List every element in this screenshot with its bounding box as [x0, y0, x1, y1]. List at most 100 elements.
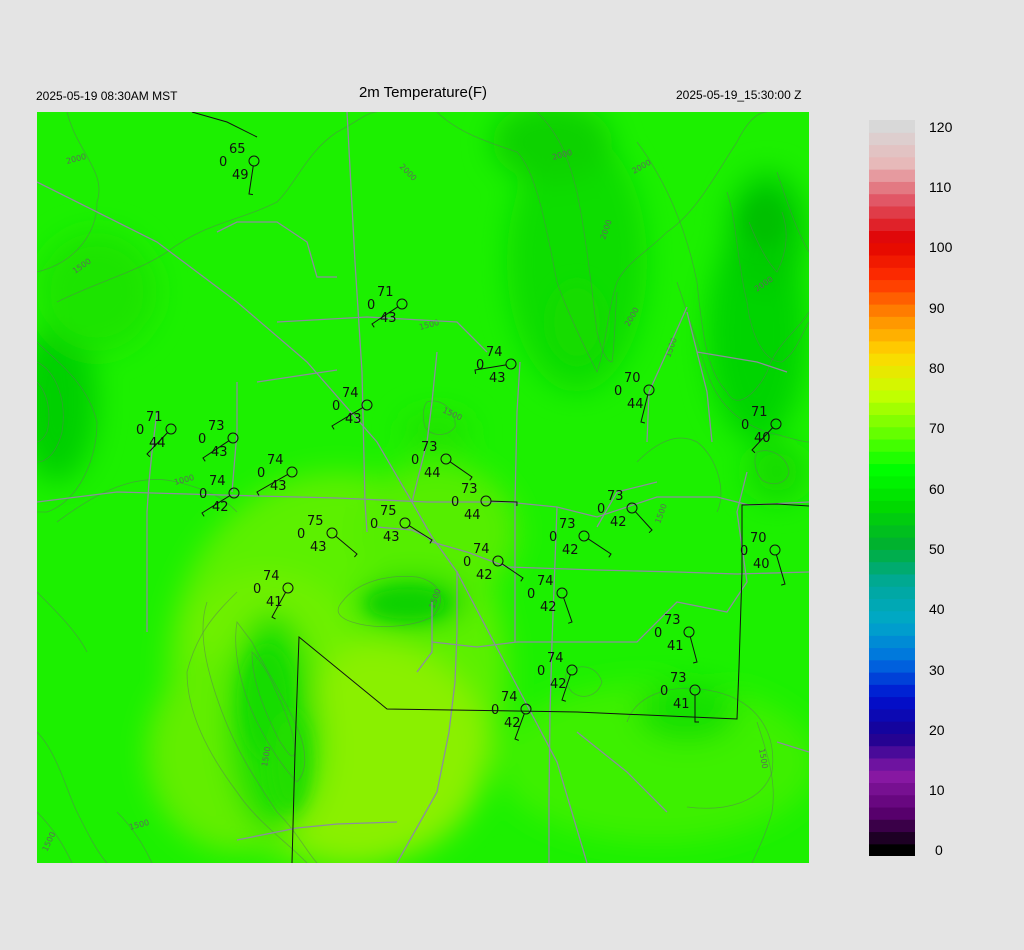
colorbar-band	[869, 169, 915, 182]
colorbar-label: 100	[929, 239, 953, 255]
colorbar-band	[869, 377, 915, 391]
colorbar	[869, 120, 915, 856]
colorbar-band	[869, 598, 915, 612]
station-dewpoint: 43	[345, 412, 362, 427]
colorbar-band	[869, 230, 915, 244]
colorbar-band	[869, 475, 915, 489]
colorbar-band	[869, 696, 915, 710]
station-wind-speed: 0	[367, 298, 375, 313]
station-temperature: 71	[146, 410, 163, 425]
colorbar-band	[869, 181, 915, 195]
station-dewpoint: 43	[383, 530, 400, 545]
station-temperature: 73	[607, 489, 624, 504]
station-temperature: 74	[267, 453, 284, 468]
colorbar-band	[869, 304, 915, 317]
colorbar-band	[869, 537, 915, 550]
station-temperature: 70	[750, 531, 767, 546]
colorbar-band	[869, 451, 915, 465]
station-wind-speed: 0	[597, 502, 605, 517]
station-wind-speed: 0	[654, 626, 662, 641]
colorbar-label: 70	[929, 420, 945, 436]
station-dewpoint: 44	[149, 436, 166, 451]
colorbar-label: 20	[929, 722, 945, 738]
colorbar-band	[869, 573, 915, 587]
station-wind-speed: 0	[332, 399, 340, 414]
colorbar-label: 60	[929, 481, 945, 497]
temperature-map[interactable]: 2000 2000 2000 2000 2000 2000 2000 1500 …	[37, 112, 809, 863]
colorbar-band	[869, 218, 915, 231]
colorbar-band	[869, 745, 915, 759]
station-dewpoint: 44	[464, 508, 481, 523]
colorbar-band	[869, 353, 915, 366]
colorbar-label: 30	[929, 662, 945, 678]
colorbar-band	[869, 659, 915, 673]
station-temperature: 73	[559, 517, 576, 532]
station-temperature: 75	[380, 504, 397, 519]
station-wind-speed: 0	[476, 358, 484, 373]
station-temperature: 73	[664, 613, 681, 628]
colorbar-band	[869, 426, 915, 440]
station-temperature: 74	[209, 474, 226, 489]
colorbar-band	[869, 328, 915, 342]
station-dewpoint: 43	[211, 445, 228, 460]
colorbar-band	[869, 120, 915, 133]
colorbar-band	[869, 647, 915, 661]
colorbar-band	[869, 549, 915, 563]
station-wind-speed: 0	[451, 495, 459, 510]
station-temperature: 74	[537, 574, 554, 589]
colorbar-band	[869, 512, 915, 526]
colorbar-band	[869, 463, 915, 477]
station-dewpoint: 44	[424, 466, 441, 481]
station-dewpoint: 42	[476, 568, 493, 583]
colorbar-band	[869, 831, 915, 845]
colorbar-label: 80	[929, 360, 945, 376]
station-dewpoint: 42	[562, 543, 579, 558]
station-dewpoint: 42	[540, 600, 557, 615]
colorbar-band	[869, 782, 915, 796]
colorbar-band	[869, 757, 915, 771]
colorbar-band	[869, 365, 915, 379]
station-wind-speed: 0	[491, 703, 499, 718]
station-dewpoint: 43	[380, 311, 397, 326]
colorbar-band	[869, 843, 915, 856]
colorbar-label: 40	[929, 601, 945, 617]
colorbar-band	[869, 622, 915, 636]
colorbar-band	[869, 340, 915, 354]
station-temperature: 74	[342, 386, 359, 401]
colorbar-band	[869, 610, 915, 624]
colorbar-band	[869, 721, 915, 734]
station-temperature: 71	[377, 285, 394, 300]
station-dewpoint: 43	[310, 540, 327, 555]
station-temperature: 74	[547, 651, 564, 666]
colorbar-band	[869, 635, 915, 649]
station-wind-speed: 0	[257, 466, 265, 481]
station-dewpoint: 42	[610, 515, 627, 530]
station-wind-speed: 0	[660, 684, 668, 699]
station-temperature: 71	[751, 405, 768, 420]
station-wind-speed: 0	[537, 664, 545, 679]
station-dewpoint: 40	[754, 431, 771, 446]
station-dewpoint: 41	[266, 595, 283, 610]
station-dewpoint: 42	[504, 716, 521, 731]
station-wind-speed: 0	[297, 527, 305, 542]
colorbar-band	[869, 500, 915, 514]
colorbar-band	[869, 733, 915, 747]
station-wind-speed: 0	[199, 487, 207, 502]
colorbar-band	[869, 402, 915, 415]
station-dewpoint: 43	[489, 371, 506, 386]
station-wind-speed: 0	[740, 544, 748, 559]
station-temperature: 73	[208, 419, 225, 434]
station-wind-speed: 0	[219, 155, 227, 170]
colorbar-label: 10	[929, 782, 945, 798]
station-wind-speed: 0	[614, 384, 622, 399]
station-temperature: 73	[670, 671, 687, 686]
colorbar-band	[869, 144, 915, 158]
colorbar-band	[869, 684, 915, 698]
station-wind-speed: 0	[253, 582, 261, 597]
station-temperature: 74	[486, 345, 503, 360]
colorbar-band	[869, 806, 915, 820]
station-wind-speed: 0	[549, 530, 557, 545]
colorbar-band	[869, 414, 915, 428]
colorbar-band	[869, 316, 915, 330]
station-dewpoint: 42	[212, 500, 229, 515]
